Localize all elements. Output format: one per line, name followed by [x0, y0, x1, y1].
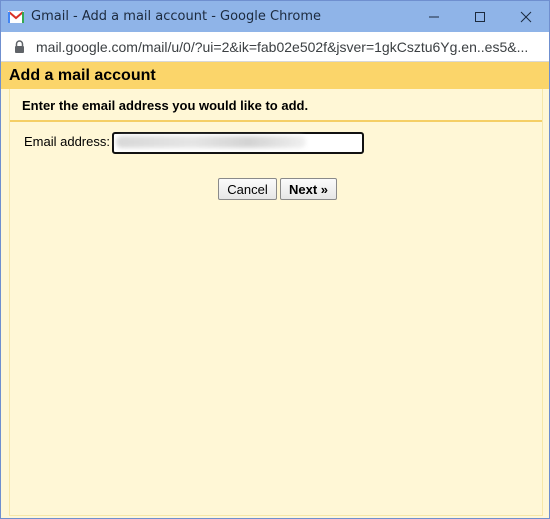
maximize-button[interactable]	[457, 1, 503, 32]
close-button[interactable]	[503, 1, 549, 32]
url-text[interactable]: mail.google.com/mail/u/0/?ui=2&ik=fab02e…	[36, 39, 528, 55]
dialog-header: Add a mail account	[1, 62, 549, 89]
minimize-button[interactable]	[411, 1, 457, 32]
dialog-title: Add a mail account	[9, 66, 156, 84]
gmail-icon	[7, 10, 25, 24]
title-bar[interactable]: Gmail - Add a mail account - Google Chro…	[1, 1, 549, 32]
window-title: Gmail - Add a mail account - Google Chro…	[31, 9, 321, 24]
divider	[10, 120, 542, 122]
dialog-body: Enter the email address you would like t…	[9, 89, 543, 516]
email-label: Email address:	[24, 134, 110, 149]
instruction-text: Enter the email address you would like t…	[22, 98, 309, 113]
address-bar[interactable]: mail.google.com/mail/u/0/?ui=2&ik=fab02e…	[1, 32, 549, 62]
next-button[interactable]: Next »	[280, 178, 337, 200]
maximize-icon	[475, 11, 485, 22]
close-icon	[520, 11, 532, 22]
browser-window: Gmail - Add a mail account - Google Chro…	[0, 0, 550, 519]
minimize-icon	[429, 16, 439, 17]
redacted-email-blur	[116, 136, 306, 148]
lock-icon[interactable]	[14, 40, 26, 54]
cancel-button[interactable]: Cancel	[218, 178, 277, 200]
window-controls	[411, 1, 549, 32]
